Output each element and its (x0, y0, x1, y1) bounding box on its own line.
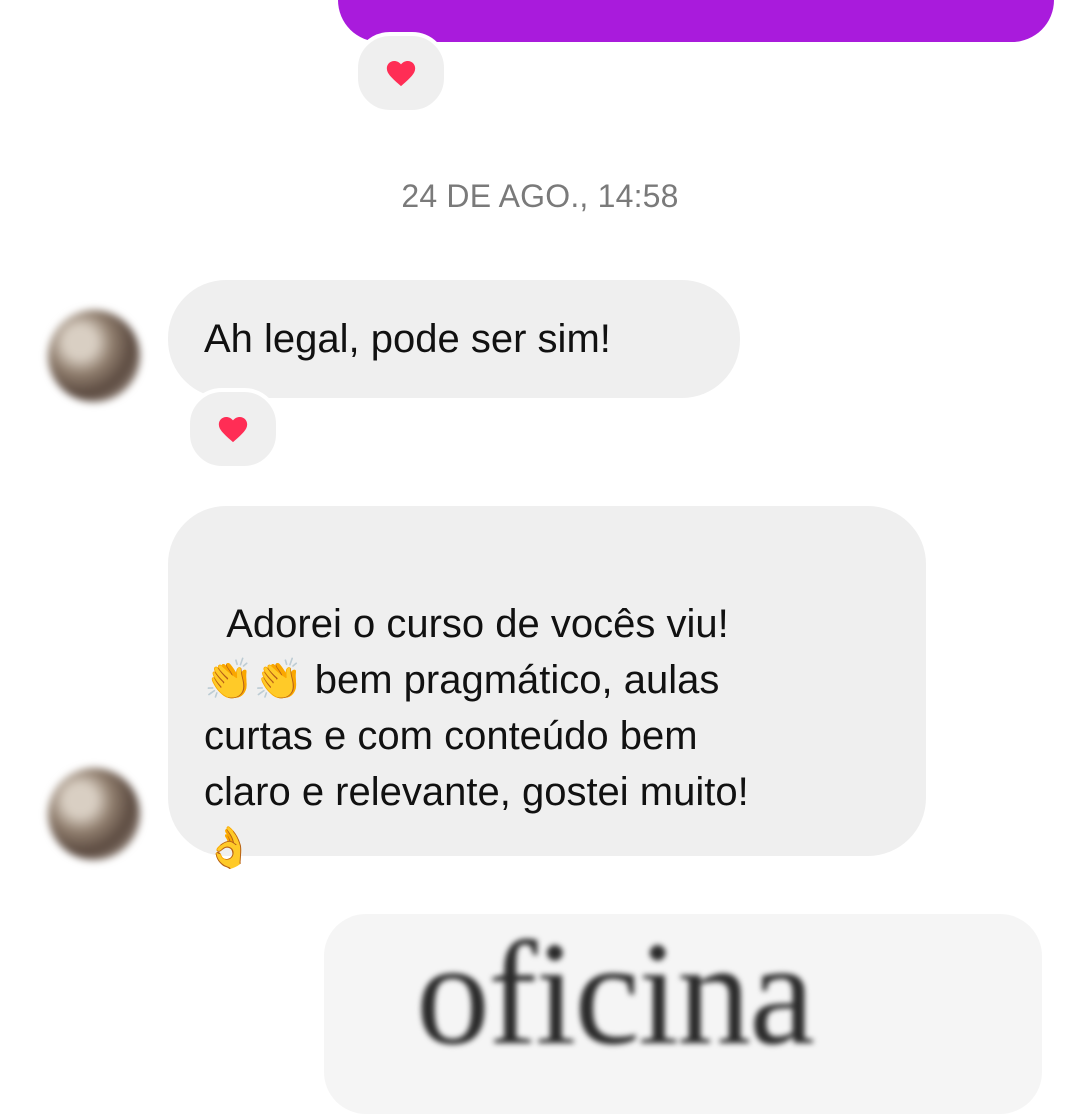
message-timestamp: 24 DE AGO., 14:58 (401, 178, 679, 214)
message-text: Adorei o curso de vocês viu! 👏👏 bem prag… (204, 602, 749, 870)
reaction-badge-top[interactable] (354, 32, 448, 114)
sent-message-fragment (395, 0, 515, 12)
heart-icon (386, 60, 416, 87)
heart-icon (218, 416, 248, 443)
avatar[interactable] (48, 768, 140, 860)
received-message-bubble[interactable]: Ah legal, pode ser sim! (168, 280, 740, 398)
image-card-text: oficina (416, 914, 815, 1076)
avatar[interactable] (48, 310, 140, 402)
received-message-bubble[interactable]: Adorei o curso de vocês viu! 👏👏 bem prag… (168, 506, 926, 870)
shared-image-card[interactable]: oficina (324, 914, 1042, 1114)
reaction-badge[interactable] (186, 388, 280, 470)
message-text: Ah legal, pode ser sim! (204, 317, 611, 361)
